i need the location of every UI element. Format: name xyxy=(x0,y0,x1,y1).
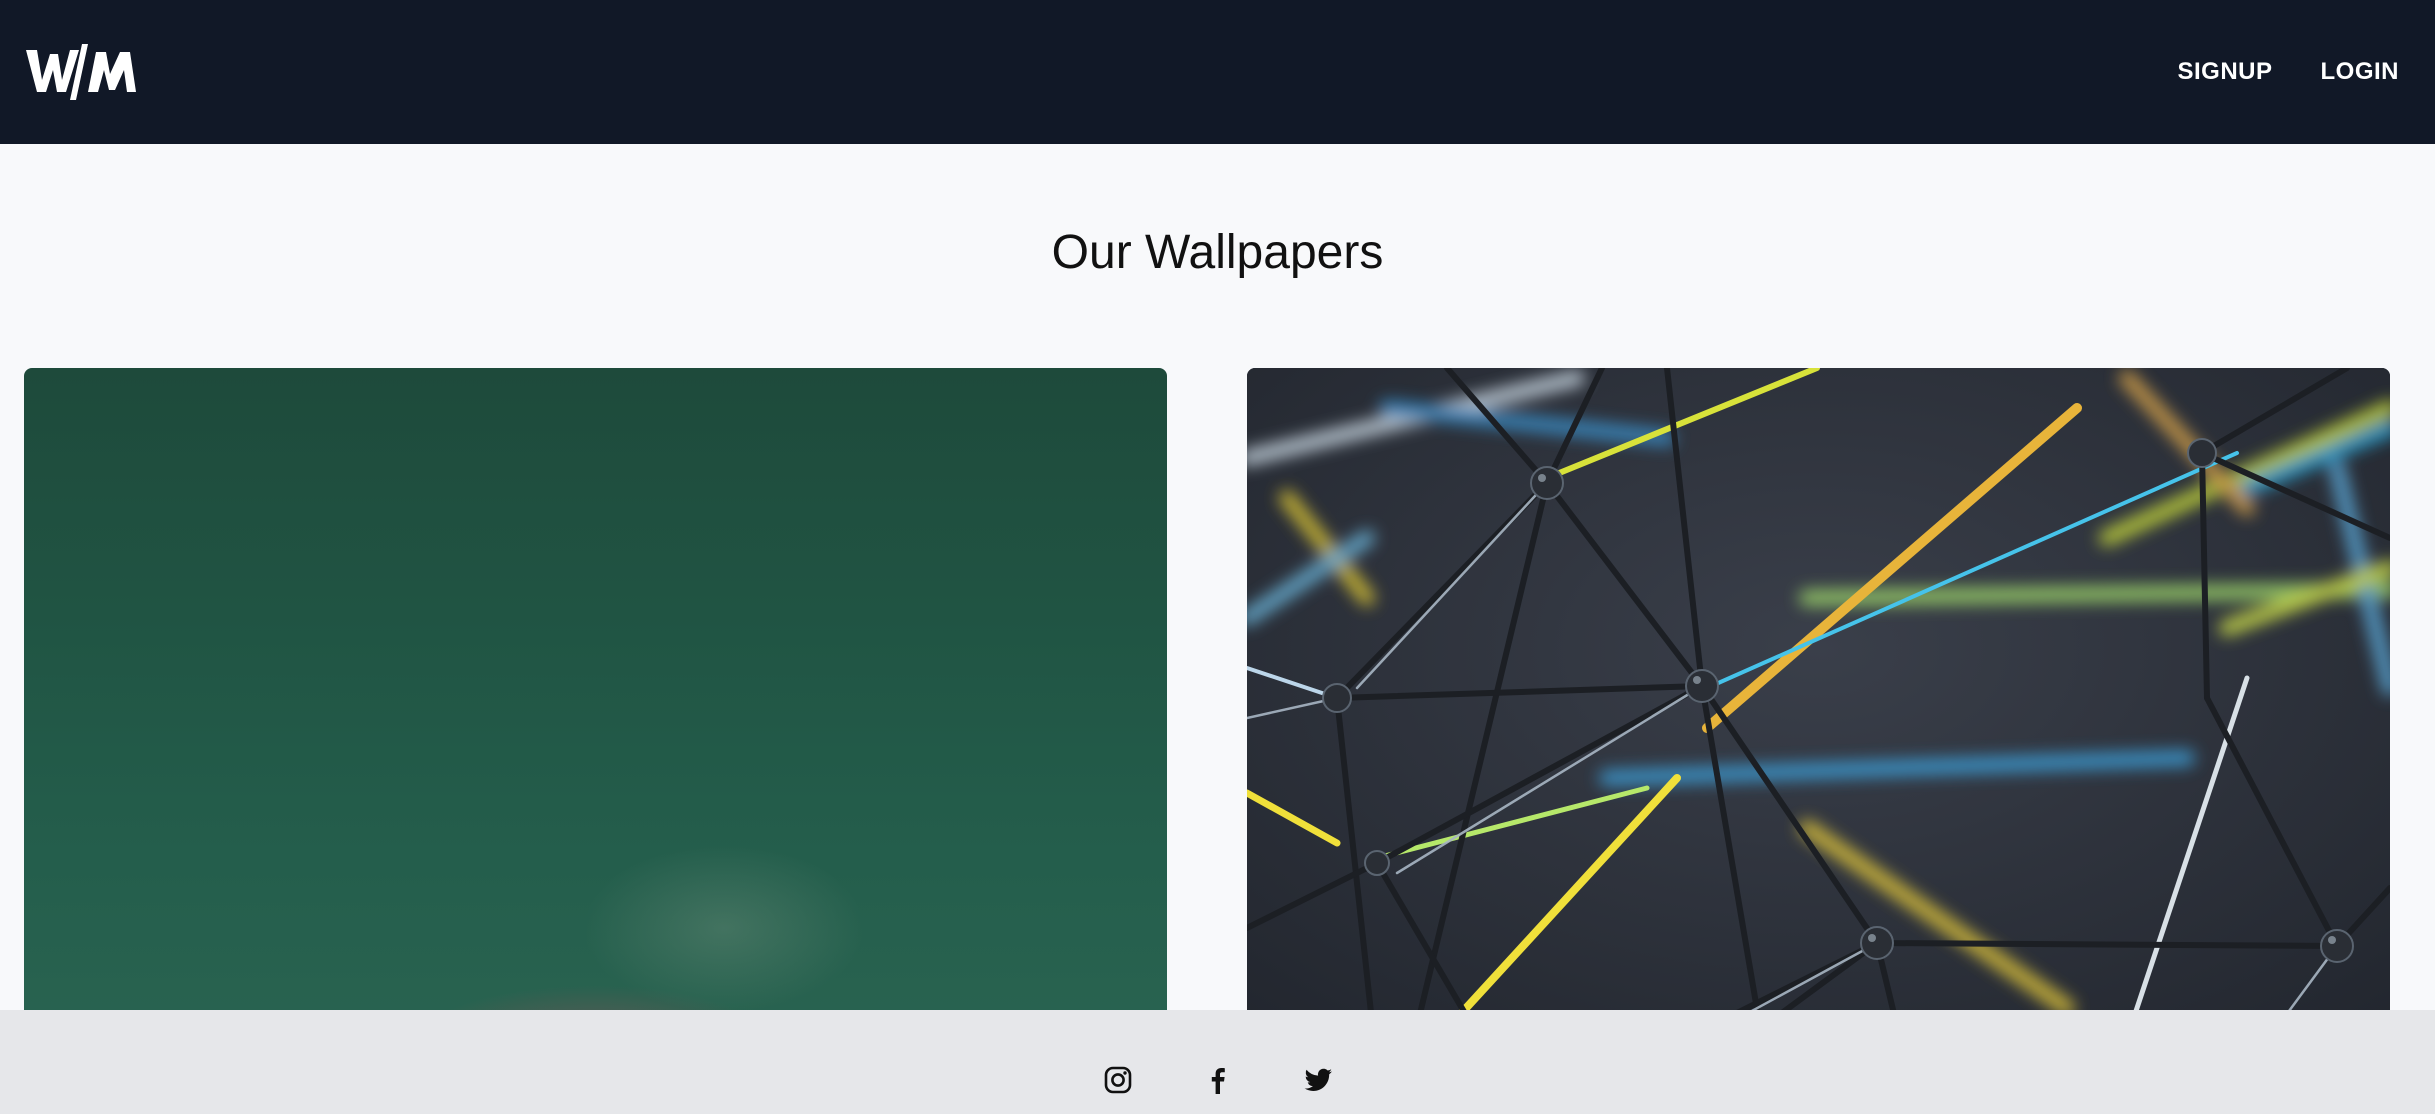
nav-links: SIGNUP LOGIN xyxy=(2177,58,2411,86)
logo[interactable] xyxy=(24,40,138,104)
page-title: Our Wallpapers xyxy=(1051,226,1384,279)
instagram-icon xyxy=(1104,1066,1131,1094)
facebook-link[interactable] xyxy=(1202,1064,1234,1096)
login-link[interactable]: LOGIN xyxy=(2321,58,2400,86)
wallpaper-card-network[interactable] xyxy=(1247,368,2390,1068)
signup-link[interactable]: SIGNUP xyxy=(2177,58,2272,86)
twitter-link[interactable] xyxy=(1302,1064,1334,1096)
navbar: SIGNUP LOGIN xyxy=(0,0,2435,144)
facebook-icon xyxy=(1211,1068,1225,1094)
twitter-icon xyxy=(1304,1068,1332,1091)
network-lines-wallpaper xyxy=(1247,368,2390,1068)
green-blurred-wallpaper xyxy=(24,368,1167,1068)
instagram-link[interactable] xyxy=(1102,1064,1134,1096)
wallpaper-card-green[interactable] xyxy=(24,368,1167,1068)
logo-icon xyxy=(26,44,136,100)
footer xyxy=(0,1010,2435,1114)
